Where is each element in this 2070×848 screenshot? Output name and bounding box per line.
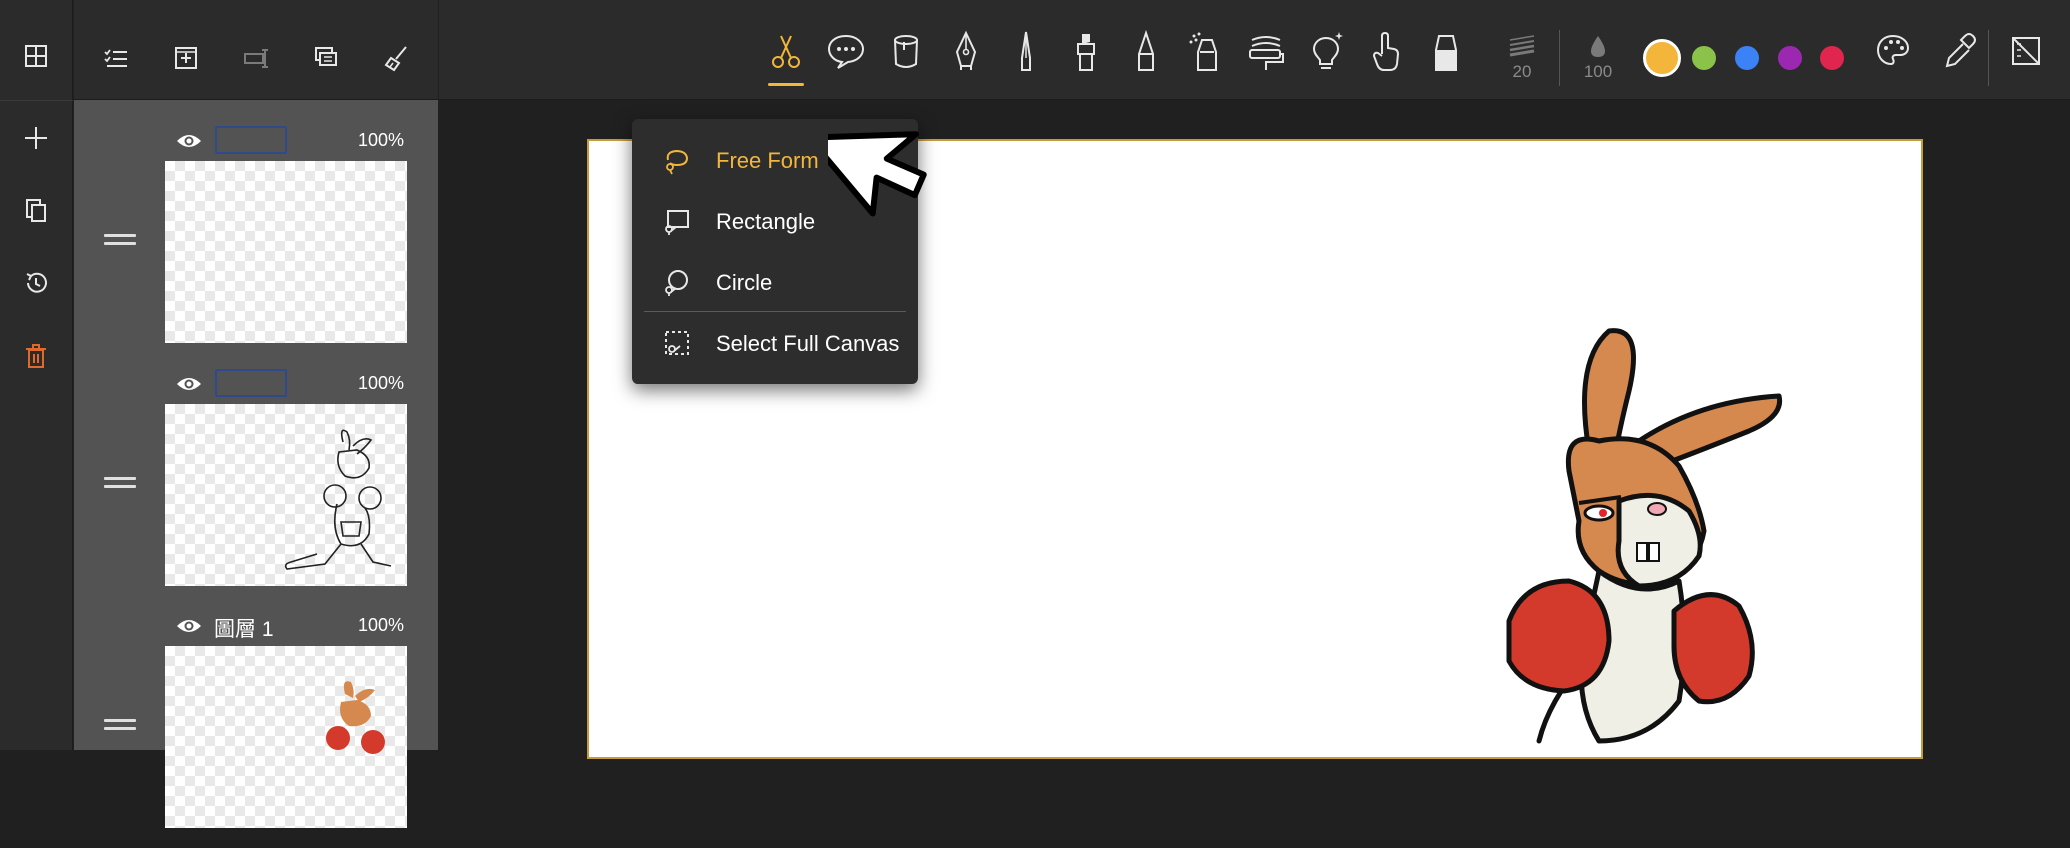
copy-icon[interactable] <box>14 188 58 232</box>
layer-row[interactable]: 100% <box>74 364 438 606</box>
clear-layer-icon[interactable] <box>374 36 418 80</box>
lasso-icon <box>666 149 689 175</box>
eye-icon[interactable] <box>175 131 203 151</box>
color-swatch-yellow[interactable] <box>1643 39 1681 77</box>
brush-opacity-value: 100 <box>1583 62 1613 81</box>
bucket-icon[interactable] <box>882 30 930 86</box>
fountain-pen-icon[interactable] <box>942 30 990 86</box>
menu-item-label: Rectangle <box>716 209 816 234</box>
circle-select-icon <box>665 270 688 296</box>
grid-icon[interactable] <box>14 34 58 78</box>
layers-toolbar <box>74 0 438 100</box>
multi-select-icon[interactable] <box>94 36 138 80</box>
layer-opacity: 100% <box>358 373 405 393</box>
layer-opacity: 100% <box>358 615 405 635</box>
hand-icon[interactable] <box>1362 30 1410 86</box>
toolbar-divider <box>1559 30 1560 86</box>
color-swatch-green[interactable] <box>1692 46 1716 70</box>
eye-icon[interactable] <box>175 616 203 636</box>
layer-row[interactable]: 100% <box>74 121 438 363</box>
drag-handle-icon[interactable] <box>104 719 136 731</box>
mouse-cursor-icon <box>828 131 927 217</box>
layer-thumbnail[interactable] <box>165 646 407 828</box>
color-swatch-purple[interactable] <box>1778 46 1802 70</box>
light-bulb-icon[interactable] <box>1302 30 1350 86</box>
menu-item-select-full-canvas[interactable]: Select Full Canvas <box>632 316 918 372</box>
brush-size-value: 20 <box>1512 62 1532 81</box>
drag-handle-icon[interactable] <box>104 477 136 489</box>
menu-item-label: Circle <box>716 270 773 295</box>
palette-icon[interactable] <box>1869 30 1917 86</box>
layer-name-input[interactable] <box>215 369 287 397</box>
rect-select-icon <box>665 210 689 235</box>
rail-divider <box>0 100 73 101</box>
layer-row[interactable]: 圖層 1 100% <box>74 606 438 848</box>
rabbit-color-thumbnail <box>326 681 385 754</box>
eye-icon[interactable] <box>175 374 203 394</box>
trash-icon[interactable] <box>14 334 58 378</box>
merge-layer-icon[interactable] <box>304 36 348 80</box>
layer-name-input[interactable] <box>215 126 287 154</box>
eyedropper-icon[interactable] <box>1935 30 1983 86</box>
layers-panel: 100% 100% 圖層 1 100% <box>74 0 438 828</box>
speech-bubble-icon[interactable] <box>822 30 870 86</box>
left-rail <box>0 0 73 750</box>
layer-thumbnail[interactable] <box>165 404 407 586</box>
rename-layer-icon[interactable] <box>234 36 278 80</box>
add-layer-icon[interactable] <box>164 36 208 80</box>
toolbar-divider <box>1988 30 1989 86</box>
drag-handle-icon[interactable] <box>104 234 136 246</box>
rabbit-sketch-thumbnail <box>284 429 392 570</box>
history-icon[interactable] <box>14 261 58 305</box>
top-toolbar: 20 100 <box>439 0 2070 100</box>
color-swatch-blue[interactable] <box>1735 46 1759 70</box>
menu-item-label: Select Full Canvas <box>716 331 900 356</box>
eraser-icon[interactable] <box>1422 30 1470 86</box>
marker-icon[interactable] <box>1062 30 1110 86</box>
menu-item-circle[interactable]: Circle <box>632 255 918 311</box>
add-icon[interactable] <box>14 116 58 160</box>
pencil-icon[interactable] <box>1122 30 1170 86</box>
layer-thumbnail[interactable] <box>165 161 407 343</box>
pen-nib-icon[interactable] <box>1002 30 1050 86</box>
layer-name[interactable]: 圖層 1 <box>214 613 274 643</box>
full-canvas-icon <box>665 331 689 355</box>
ruler-icon[interactable] <box>2003 30 2051 86</box>
menu-item-label: Free Form <box>716 148 819 173</box>
menu-divider <box>644 311 906 312</box>
layer-opacity: 100% <box>358 130 405 150</box>
roller-icon[interactable] <box>1242 30 1290 86</box>
scissors-icon[interactable] <box>762 30 810 86</box>
color-swatch-red[interactable] <box>1820 46 1844 70</box>
airbrush-icon[interactable] <box>1182 30 1230 86</box>
